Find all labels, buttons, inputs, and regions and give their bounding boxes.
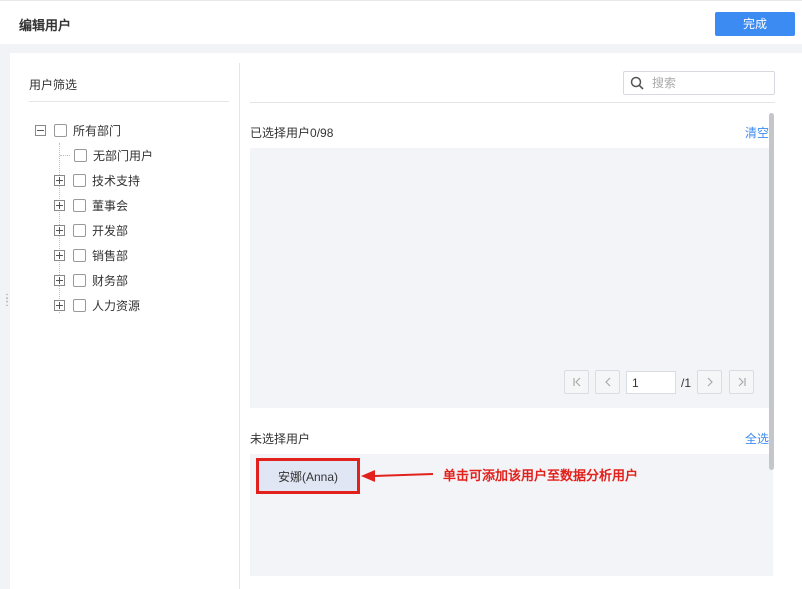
expand-icon[interactable] <box>54 199 65 211</box>
tree-connector <box>60 154 70 156</box>
tree-item-label: 无部门用户 <box>93 148 154 163</box>
annotation-text: 单击可添加该用户至数据分析用户 <box>443 468 639 483</box>
tree-item-finance[interactable]: 财务部 <box>54 271 128 289</box>
checkbox[interactable] <box>73 173 86 187</box>
first-page-icon <box>572 377 580 387</box>
expand-icon[interactable] <box>54 299 65 311</box>
search-input[interactable] <box>652 76 762 90</box>
selected-users-title: 已选择用户 <box>250 126 311 140</box>
main-panel: 用户筛选 所有部门 无部门用户 技术支持 董事会 开发部 销售部 财务部 人力资… <box>10 53 802 589</box>
checkbox[interactable] <box>73 198 86 212</box>
checkbox[interactable] <box>73 298 86 312</box>
search-box[interactable] <box>623 71 775 95</box>
select-all-link[interactable]: 全选 <box>745 430 769 447</box>
tree-item-label: 董事会 <box>92 198 129 213</box>
last-page-button[interactable] <box>729 370 754 394</box>
tree-item-label: 技术支持 <box>92 173 141 188</box>
checkbox[interactable] <box>54 123 67 137</box>
tree-item-label: 人力资源 <box>92 298 141 313</box>
expand-icon[interactable] <box>54 224 65 236</box>
header-bar: 编辑用户 完成 <box>0 0 802 44</box>
user-chip-anna[interactable]: 安娜(Anna) <box>256 458 360 494</box>
drag-handle-icon[interactable]: ⋮ ⋮ <box>2 294 12 311</box>
selected-count: 0/98 <box>310 126 334 140</box>
clear-link[interactable]: 清空 <box>745 124 769 141</box>
checkbox[interactable] <box>74 148 87 162</box>
page-title: 编辑用户 <box>19 18 72 33</box>
selected-users-area <box>250 148 773 408</box>
page-number-input[interactable] <box>626 371 676 394</box>
tree-item-all-departments[interactable]: 所有部门 <box>35 121 121 139</box>
done-button[interactable]: 完成 <box>715 12 795 36</box>
tree-item-label: 开发部 <box>92 223 129 238</box>
tree-item-hr[interactable]: 人力资源 <box>54 296 140 314</box>
chevron-left-icon <box>604 377 610 387</box>
tree-item-no-department[interactable]: 无部门用户 <box>60 146 153 164</box>
next-page-button[interactable] <box>697 370 722 394</box>
scrollbar[interactable] <box>769 113 774 470</box>
checkbox[interactable] <box>73 223 86 237</box>
search-icon <box>630 76 644 90</box>
first-page-button[interactable] <box>564 370 589 394</box>
filter-title: 用户筛选 <box>29 78 78 92</box>
unselected-users-label: 未选择用户 <box>250 432 311 446</box>
checkbox[interactable] <box>73 248 86 262</box>
tree-item-label: 销售部 <box>92 248 129 263</box>
panel-divider <box>239 63 240 589</box>
expand-icon[interactable] <box>54 274 65 286</box>
checkbox[interactable] <box>73 273 86 287</box>
page-total: /1 <box>681 376 692 390</box>
tree-item-tech-support[interactable]: 技术支持 <box>54 171 140 189</box>
tree-item-label: 所有部门 <box>73 123 122 138</box>
tree-item-label: 财务部 <box>92 273 129 288</box>
tree-item-development[interactable]: 开发部 <box>54 221 128 239</box>
expand-icon[interactable] <box>54 174 65 186</box>
expand-icon[interactable] <box>54 249 65 261</box>
tree-item-sales[interactable]: 销售部 <box>54 246 128 264</box>
selected-users-label: 已选择用户0/98 <box>250 124 333 141</box>
last-page-icon <box>738 377 746 387</box>
tree-item-board[interactable]: 董事会 <box>54 196 128 214</box>
prev-page-button[interactable] <box>595 370 620 394</box>
search-divider <box>250 102 775 103</box>
collapse-icon[interactable] <box>35 124 46 136</box>
chevron-right-icon <box>707 377 713 387</box>
filter-divider <box>29 101 229 102</box>
